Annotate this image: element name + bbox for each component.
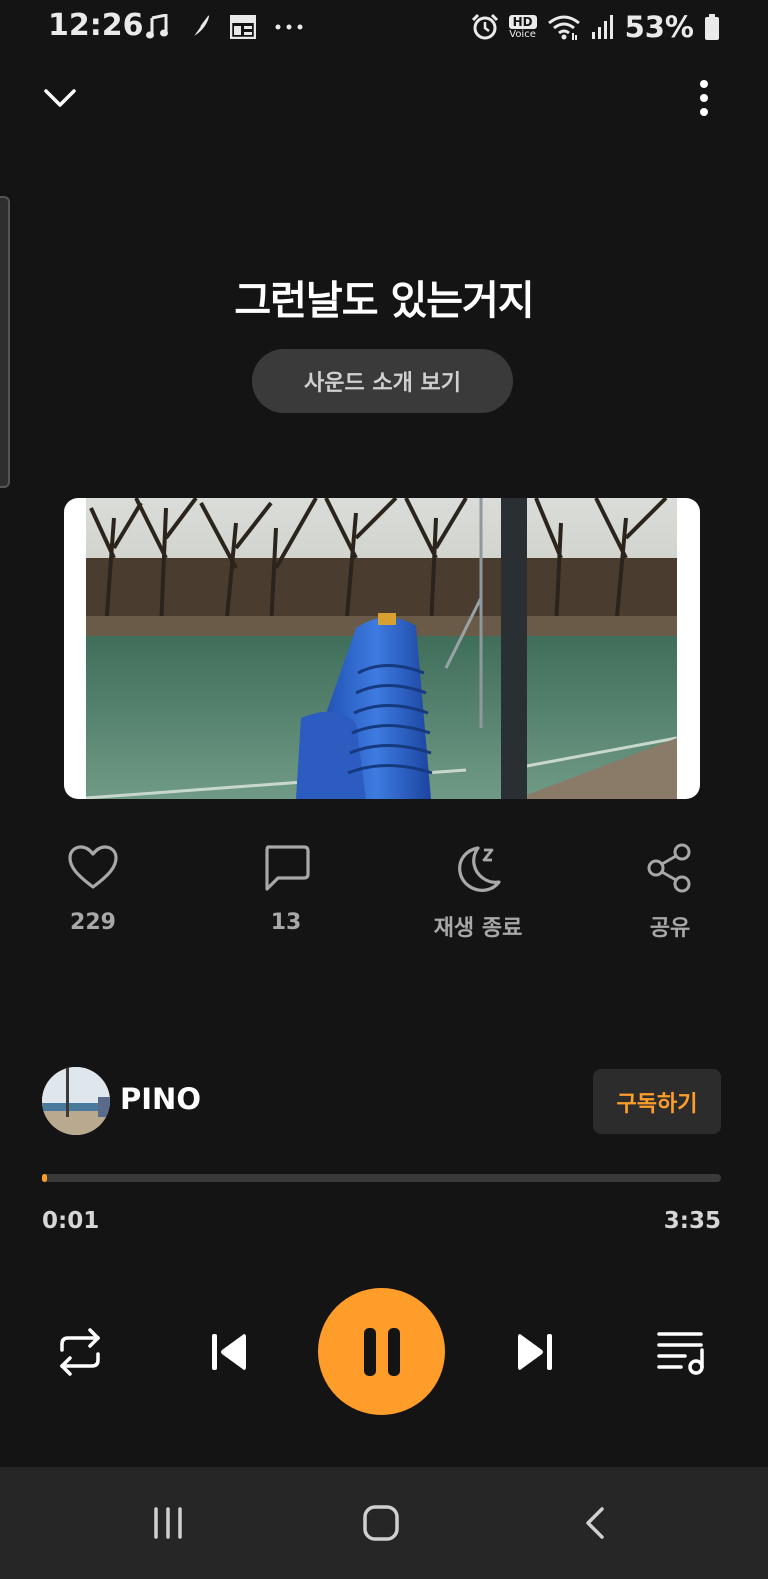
sound-intro-button[interactable]: 사운드 소개 보기 (252, 349, 513, 413)
status-system-icons: HD Voice 53% (471, 10, 720, 44)
comment-button[interactable]: 13 (206, 840, 366, 950)
total-time: 3:35 (663, 1208, 721, 1234)
comment-icon (265, 845, 310, 891)
moon-zzz-icon (458, 846, 501, 892)
more-dots-icon (275, 24, 303, 30)
cover-photo (86, 498, 677, 799)
status-notification-icons (146, 12, 304, 42)
more-vertical-icon (700, 80, 708, 116)
alarm-icon (471, 13, 498, 40)
home-button[interactable] (353, 1495, 409, 1551)
share-button[interactable]: 공유 (590, 840, 750, 950)
share-icon (647, 843, 691, 893)
channel-avatar[interactable] (42, 1067, 110, 1135)
action-row: 229 13 재생 종료 공유 (0, 840, 768, 950)
collapse-button[interactable] (38, 76, 82, 120)
player-screen: 12:26 HD Voice 53% 그런날도 있는거지 사운드 소개 보기 2… (0, 0, 768, 1579)
hd-label: HD (508, 14, 537, 29)
playlist-button[interactable] (652, 1322, 710, 1382)
repeat-button[interactable] (52, 1322, 108, 1382)
previous-button[interactable] (200, 1322, 256, 1382)
repeat-icon (60, 1328, 100, 1376)
hd-voice-icon: HD Voice (508, 14, 537, 40)
current-time: 0:01 (42, 1208, 100, 1234)
pause-button[interactable] (318, 1288, 445, 1415)
subscribe-button[interactable]: 구독하기 (593, 1069, 721, 1134)
navigation-bar (0, 1467, 768, 1579)
cover-art (64, 498, 700, 799)
share-label: 공유 (649, 916, 691, 941)
status-time: 12:26 (48, 8, 144, 43)
previous-icon (212, 1334, 246, 1370)
comment-count: 13 (270, 910, 302, 935)
status-bar: 12:26 HD Voice 53% (0, 0, 768, 56)
like-count: 229 (70, 910, 116, 935)
back-button[interactable] (568, 1495, 624, 1551)
progress-bar[interactable] (42, 1174, 721, 1182)
playlist-icon (657, 1332, 704, 1375)
hd-sublabel: Voice (509, 28, 536, 40)
progress-fill (42, 1174, 47, 1182)
more-options-button[interactable] (684, 76, 724, 120)
music-note-icon (146, 14, 168, 39)
back-icon (586, 1507, 604, 1539)
recent-apps-icon (154, 1507, 182, 1539)
gallery-icon (230, 15, 256, 39)
battery-percent: 53% (624, 10, 694, 44)
signal-icon (591, 15, 613, 39)
heart-icon (68, 845, 118, 889)
avatar-image (42, 1067, 110, 1135)
song-title: 그런날도 있는거지 (234, 278, 534, 324)
home-icon (363, 1505, 399, 1541)
wifi-icon (547, 15, 580, 40)
channel-name[interactable]: PINO (120, 1082, 201, 1116)
sleep-timer-button[interactable]: 재생 종료 (398, 840, 558, 950)
recent-apps-button[interactable] (140, 1495, 196, 1551)
next-icon (518, 1334, 552, 1370)
sleep-timer-label: 재생 종료 (433, 916, 523, 941)
next-button[interactable] (508, 1322, 564, 1382)
battery-icon (705, 14, 719, 40)
pause-icon (363, 1327, 400, 1376)
chevron-down-icon (44, 89, 76, 107)
like-button[interactable]: 229 (13, 840, 173, 950)
edge-panel-handle[interactable] (0, 196, 10, 488)
feather-icon (189, 15, 209, 41)
